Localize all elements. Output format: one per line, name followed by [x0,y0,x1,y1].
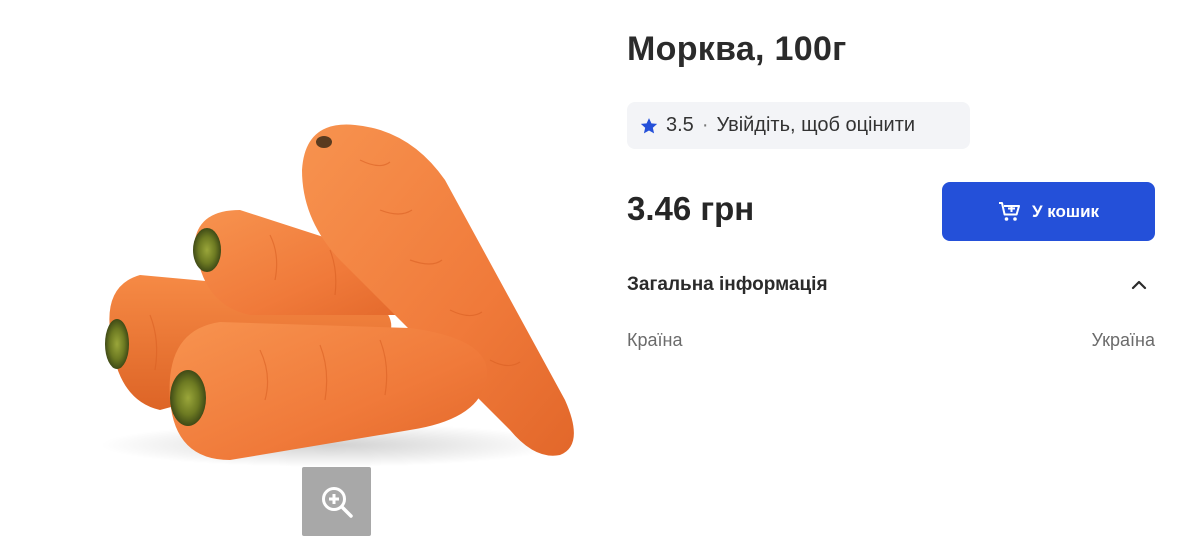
cart-icon [998,201,1020,221]
product-image-area [80,100,600,480]
zoom-button[interactable] [302,467,371,536]
product-title: Морква, 100г [627,30,847,68]
info-row-label: Країна [627,330,683,350]
rating-value: 3.5 [666,114,694,136]
chevron-up-icon[interactable] [1131,280,1147,290]
add-to-cart-label: У кошик [1031,201,1100,221]
general-info-header[interactable]: Загальна інформація [627,266,1155,304]
zoom-in-icon [321,486,353,518]
rating-login-link[interactable]: Увійдіть, щоб оцінити [716,114,915,137]
star-icon [640,117,658,133]
rating-pill[interactable]: 3.5 · Увійдіть, щоб оцінити [627,102,970,149]
info-row-value: Україна [1091,330,1155,350]
general-info-title: Загальна інформація [627,274,828,295]
rating-separator: · [701,114,709,136]
product-image-carrots [100,124,574,467]
add-to-cart-button[interactable]: У кошик [942,182,1155,241]
product-price: 3.46 грн [627,190,755,227]
info-row-country: Країна Україна [627,330,1155,351]
